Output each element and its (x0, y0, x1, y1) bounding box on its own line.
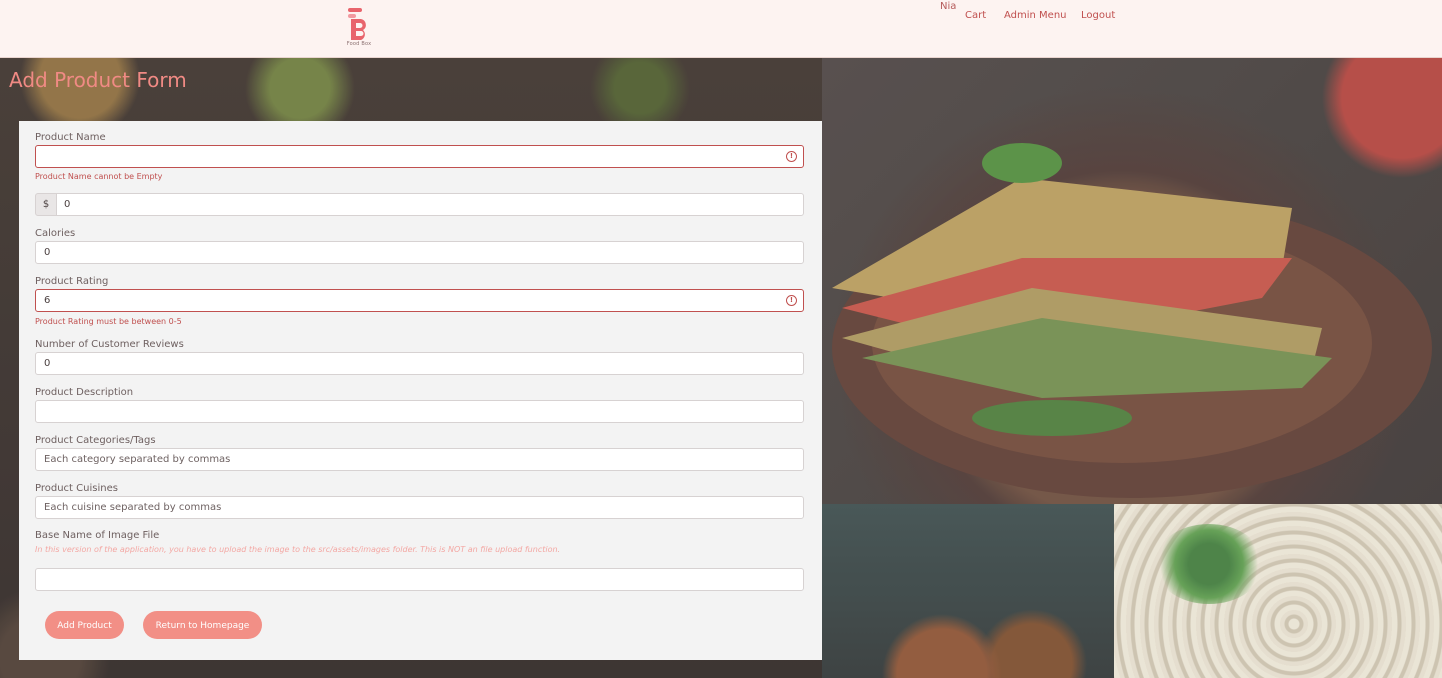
calories-input[interactable]: 0 (35, 241, 804, 264)
image-file-input[interactable] (35, 568, 804, 591)
logo-caption: Food Box (346, 41, 372, 47)
product-name-error: Product Name cannot be Empty (35, 172, 163, 181)
nav-admin-menu-link[interactable]: Admin Menu (1004, 10, 1067, 21)
navbar: Food Box Nia Cart Admin Menu Logout (0, 0, 1442, 58)
categories-placeholder: Each category separated by commas (44, 454, 231, 465)
logo-mark-icon (348, 8, 366, 40)
cuisines-input[interactable]: Each cuisine separated by commas (35, 496, 804, 519)
food-box-logo[interactable]: Food Box (341, 8, 377, 50)
categories-label: Product Categories/Tags (35, 435, 156, 446)
description-input[interactable] (35, 400, 804, 423)
return-to-homepage-button[interactable]: Return to Homepage (143, 611, 262, 639)
calories-label: Calories (35, 228, 76, 239)
cuisines-placeholder: Each cuisine separated by commas (44, 502, 222, 513)
dollar-prefix: $ (35, 193, 57, 216)
alert-circle-icon: ! (786, 295, 797, 306)
product-rating-error: Product Rating must be between 0-5 (35, 317, 182, 326)
alert-circle-icon: ! (786, 151, 797, 162)
product-rating-input[interactable]: 6 ! (35, 289, 804, 312)
add-product-button[interactable]: Add Product (45, 611, 124, 639)
categories-input[interactable]: Each category separated by commas (35, 448, 804, 471)
nav-cart-link[interactable]: Cart (965, 10, 986, 21)
product-name-input[interactable]: ! (35, 145, 804, 168)
product-rating-label: Product Rating (35, 276, 109, 287)
page-title: Add Product Form (9, 68, 187, 92)
reviews-input[interactable]: 0 (35, 352, 804, 375)
nav-logout-link[interactable]: Logout (1081, 10, 1115, 21)
add-product-form: Product Name ! Product Name cannot be Em… (19, 121, 822, 660)
description-label: Product Description (35, 387, 134, 398)
price-input[interactable]: 0 (56, 193, 804, 216)
product-name-label: Product Name (35, 132, 106, 143)
reviews-label: Number of Customer Reviews (35, 339, 184, 350)
user-name: Nia (940, 1, 957, 12)
image-file-label: Base Name of Image File (35, 530, 160, 541)
image-upload-note: In this version of the application, you … (35, 545, 561, 554)
price-input-group: $ 0 (35, 193, 804, 216)
cuisines-label: Product Cuisines (35, 483, 118, 494)
